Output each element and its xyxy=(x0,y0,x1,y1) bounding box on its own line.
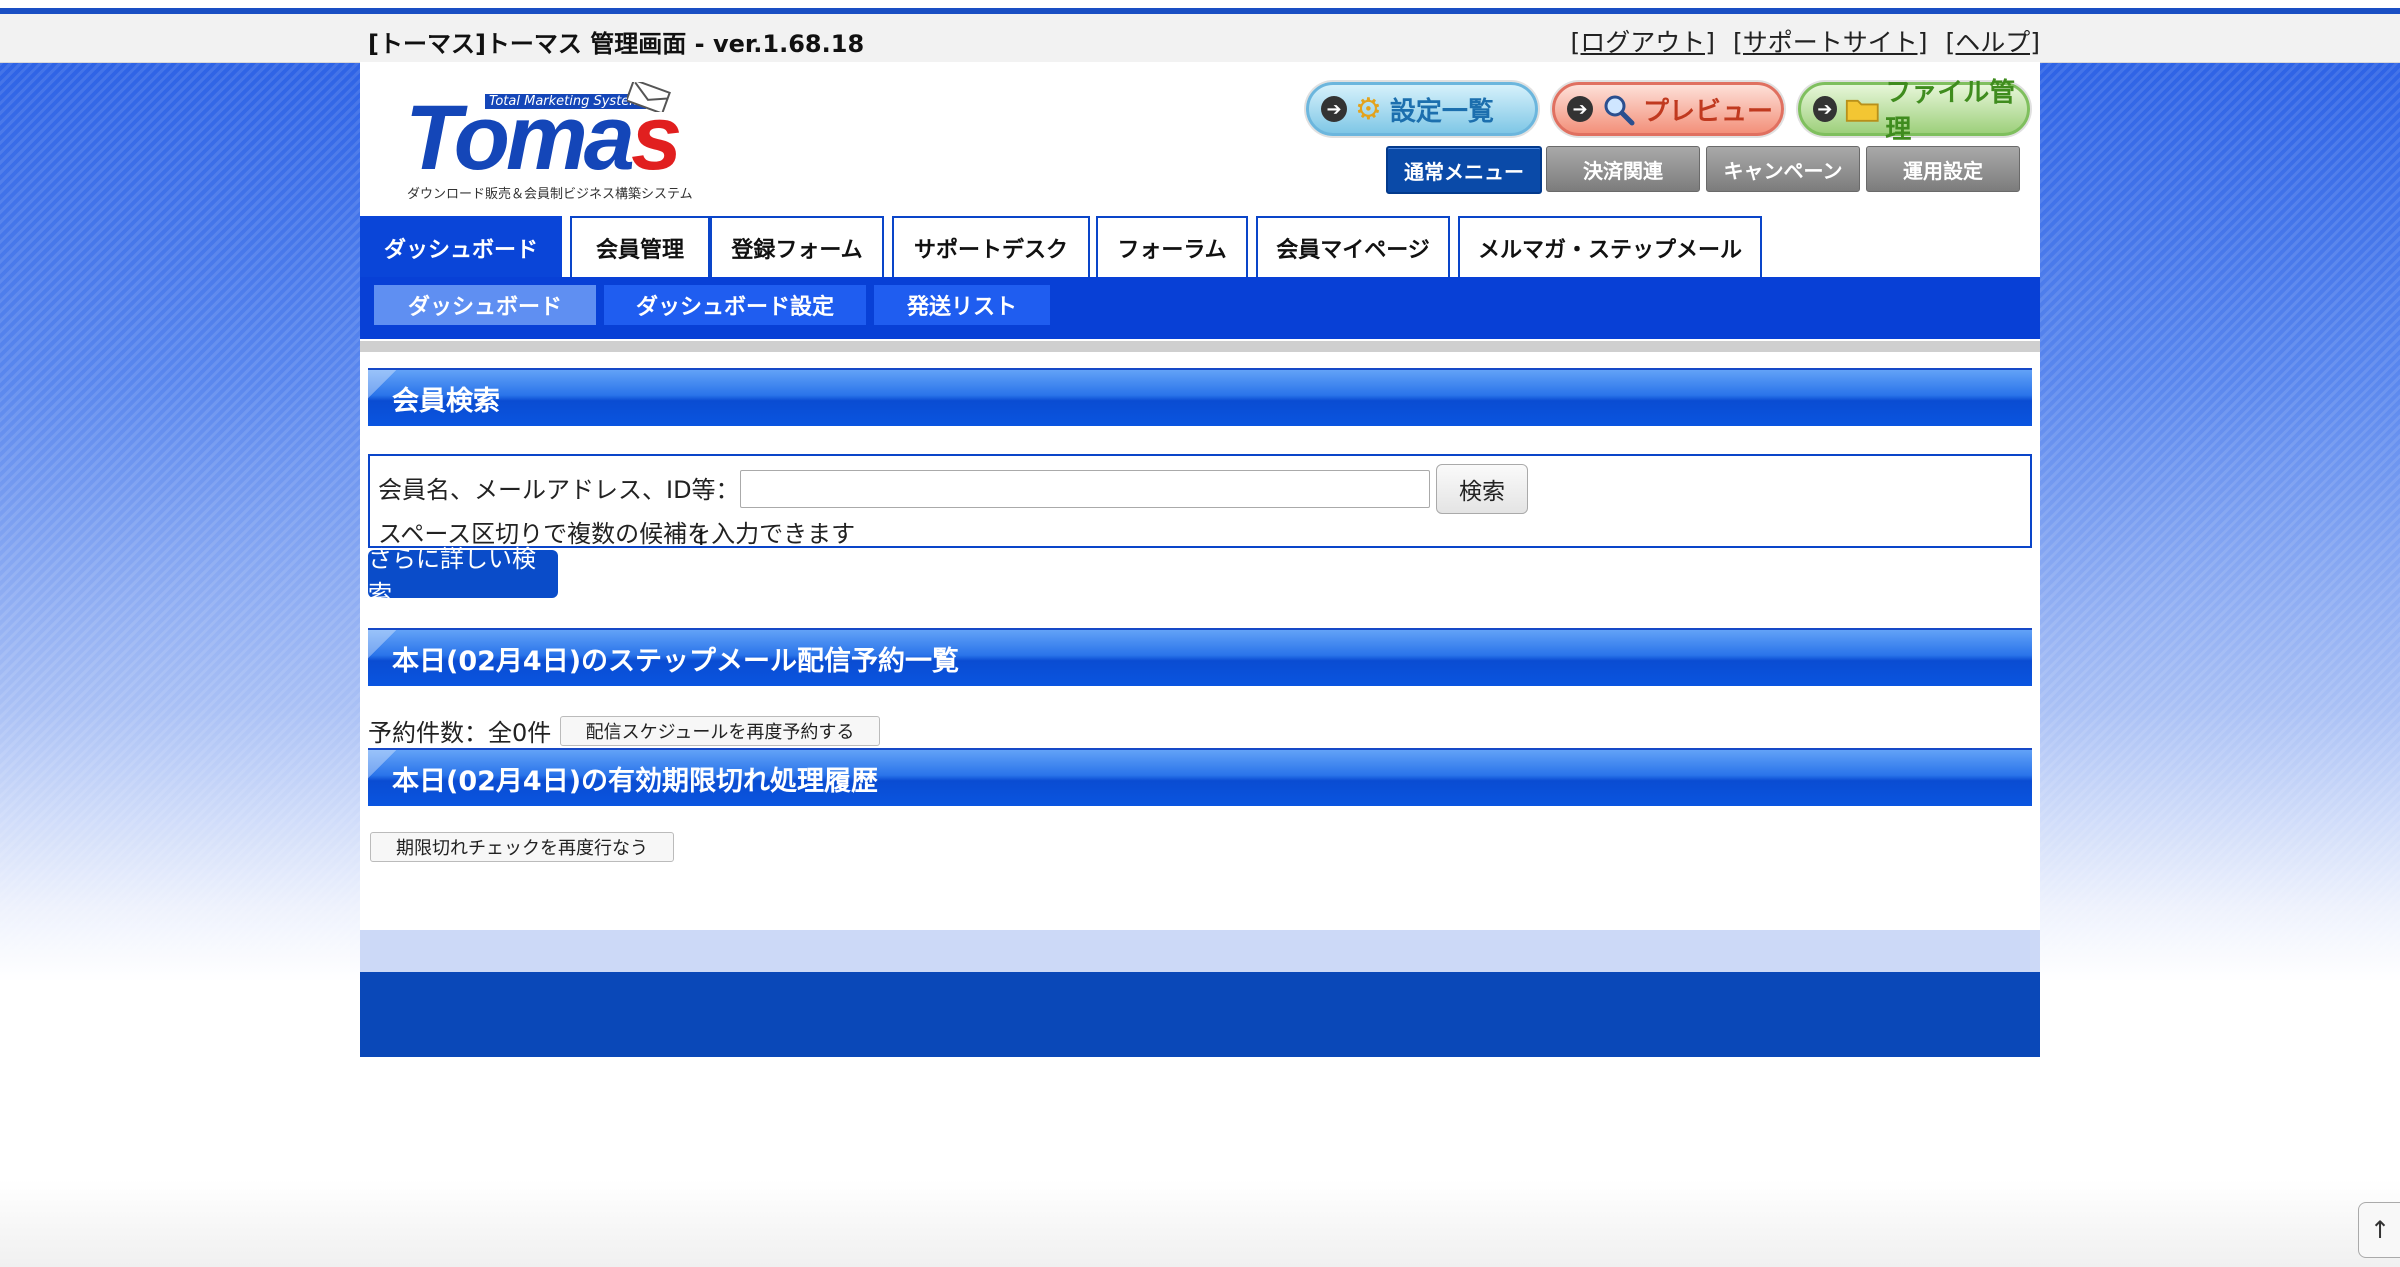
search-button[interactable]: 検索 xyxy=(1436,464,1528,514)
tab-support-desk[interactable]: サポートデスク xyxy=(892,216,1090,277)
subtab-dashboard-settings[interactable]: ダッシュボード設定 xyxy=(604,285,866,325)
divider xyxy=(360,341,2040,352)
arrow-right-icon: ➔ xyxy=(1813,96,1837,122)
logo-caption: ダウンロード販売＆会員制ビジネス構築システム xyxy=(407,187,693,202)
subtab-dashboard[interactable]: ダッシュボード xyxy=(374,285,596,325)
envelope-icon xyxy=(627,82,671,112)
member-search-input[interactable] xyxy=(740,470,1430,508)
gear-icon: ⚙ xyxy=(1355,91,1382,127)
arrow-right-icon: ➔ xyxy=(1321,96,1347,122)
text-cursor-icon: I xyxy=(698,526,705,551)
file-manager-button[interactable]: ➔ ファイル管理 xyxy=(1798,78,2030,145)
sub-navigation: ダッシュボード ダッシュボード設定 発送リスト xyxy=(360,277,2040,339)
normal-menu-button[interactable]: 通常メニュー xyxy=(1386,146,1542,194)
search-label: 会員名、メールアドレス、ID等： xyxy=(378,476,740,504)
payment-menu-button[interactable]: 決済関連 xyxy=(1546,146,1700,192)
help-link[interactable]: [ヘルプ] xyxy=(1945,28,2040,57)
tab-forum[interactable]: フォーラム xyxy=(1096,216,1248,277)
main-container: Tomas Total Marketing System ダウンロード販売＆会員… xyxy=(360,62,2040,1057)
main-tabs: ダッシュボード 会員管理 登録フォーム サポートデスク フォーラム 会員マイペー… xyxy=(360,216,2040,277)
admin-header: [トーマス]トーマス 管理画面 - ver.1.68.18 [ログアウト] [サ… xyxy=(0,14,2400,63)
magnifier-icon xyxy=(1604,95,1635,126)
tab-dashboard[interactable]: ダッシュボード xyxy=(360,216,562,277)
step-mail-heading: 本日(02月4日)のステップメール配信予約一覧 xyxy=(368,628,2032,686)
logo-tagline: Total Marketing System xyxy=(485,94,646,109)
settings-list-button[interactable]: ➔ ⚙ 設定一覧 xyxy=(1306,82,1538,136)
tab-member-mypage[interactable]: 会員マイページ xyxy=(1256,216,1450,277)
footer-band xyxy=(360,930,2040,972)
subtab-shipping-list[interactable]: 発送リスト xyxy=(874,285,1050,325)
window-top-border xyxy=(0,0,2400,14)
folder-icon xyxy=(1845,99,1879,122)
admin-title: [トーマス]トーマス 管理画面 - ver.1.68.18 xyxy=(368,30,865,58)
advanced-search-button[interactable]: さらに詳しい検索 xyxy=(368,545,558,608)
header-links: [ログアウト] [サポートサイト] [ヘルプ] xyxy=(1561,23,2040,59)
tab-mail-magazine[interactable]: メルマガ・ステップメール xyxy=(1458,216,1762,277)
arrow-right-icon: ➔ xyxy=(1567,96,1593,122)
tab-members[interactable]: 会員管理 xyxy=(570,216,710,277)
campaign-menu-button[interactable]: キャンペーン xyxy=(1706,146,1860,192)
member-search-box: 会員名、メールアドレス、ID等： 検索 スペース区切りで複数の候補を入力できます xyxy=(368,454,2032,548)
logout-link[interactable]: [ログアウト] xyxy=(1571,28,1716,57)
operation-settings-button[interactable]: 運用設定 xyxy=(1866,146,2020,192)
tomas-logo[interactable]: Tomas Total Marketing System ダウンロード販売＆会員… xyxy=(405,80,693,205)
footer xyxy=(360,972,2040,1057)
reservation-count: 予約件数：全0件 xyxy=(368,719,552,747)
support-site-link[interactable]: [サポートサイト] xyxy=(1733,28,1928,57)
preview-button[interactable]: ➔ プレビュー xyxy=(1552,82,1784,136)
recheck-expiry-button[interactable]: 期限切れチェックを再度行なう xyxy=(370,832,674,862)
tab-registration-form[interactable]: 登録フォーム xyxy=(710,216,884,277)
expiry-heading: 本日(02月4日)の有効期限切れ処理履歴 xyxy=(368,748,2032,806)
scroll-to-top-button[interactable]: ↑ xyxy=(2358,1202,2400,1258)
member-search-heading: 会員検索 xyxy=(368,368,2032,426)
reschedule-button[interactable]: 配信スケジュールを再度予約する xyxy=(560,716,880,746)
